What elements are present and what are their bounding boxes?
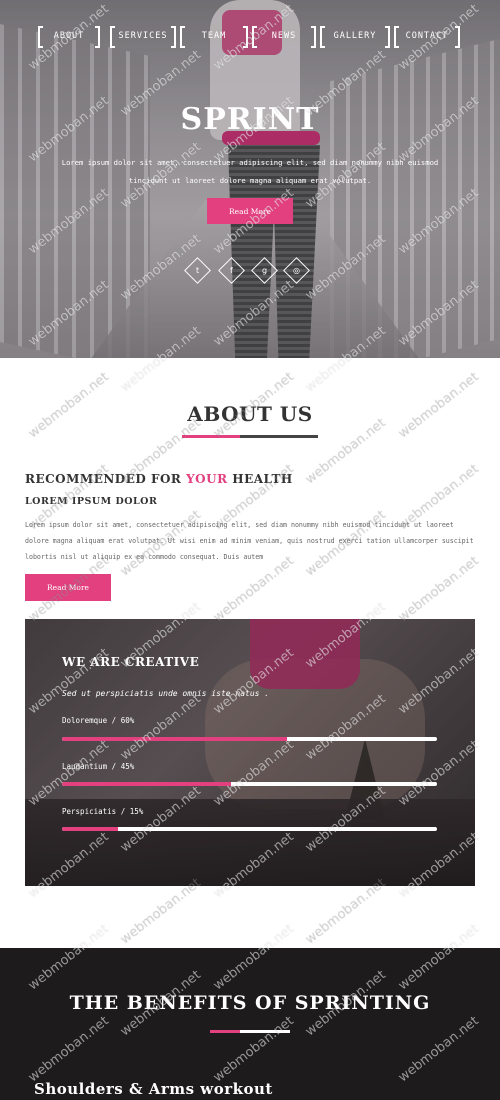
recommended-heading-pre: RECOMMENDED FOR xyxy=(25,472,187,486)
about-title-underline xyxy=(182,435,318,438)
hero-title: SPRINT xyxy=(180,102,320,137)
recommended-heading-accent: YOUR xyxy=(186,472,228,486)
skill-bar-fill xyxy=(62,737,287,741)
about-read-more-button[interactable]: Read More xyxy=(25,574,111,601)
recommended-heading: RECOMMENDED FOR YOUR HEALTH xyxy=(25,472,293,486)
skill-label: Doloremque / 60% xyxy=(62,716,135,725)
skill-bar-fill xyxy=(62,782,231,786)
hero-read-more-button[interactable]: Read More xyxy=(207,198,293,224)
about-underline-accent xyxy=(182,435,240,438)
creative-title: WE ARE CREATIVE xyxy=(62,655,200,669)
skill-bar xyxy=(62,827,437,831)
twitter-icon[interactable]: t xyxy=(184,257,211,284)
nav-item-services[interactable]: Services xyxy=(110,26,176,48)
creative-subtitle: Sed ut perspiciatis unde omnis iste natu… xyxy=(62,689,270,698)
benefits-underline-accent xyxy=(210,1030,240,1033)
recommended-heading-post: HEALTH xyxy=(227,472,293,486)
skill-label: Perspiciatis / 15% xyxy=(62,807,144,816)
hero-section: About Services Team News Gallery Contact… xyxy=(0,0,500,358)
about-body-text: Lorem ipsum dolor sit amet, consectetuer… xyxy=(25,521,474,561)
watermark-text: webmoban.net xyxy=(302,875,389,948)
google-plus-icon[interactable]: g xyxy=(251,257,278,284)
skill-bar-fill xyxy=(62,827,119,831)
skill-bar xyxy=(62,782,437,786)
skill-label: Laudantium / 45% xyxy=(62,762,135,771)
nav-item-news[interactable]: News xyxy=(252,26,316,48)
social-links: t f g ◎ xyxy=(183,257,323,284)
benefits-title: THE BENEFITS OF SPRINTING xyxy=(69,992,431,1014)
creative-section: WE ARE CREATIVE Sed ut perspiciatis unde… xyxy=(25,619,475,886)
skill-bar xyxy=(62,737,437,741)
nav-item-about[interactable]: About xyxy=(38,26,100,48)
benefits-section: THE BENEFITS OF SPRINTING Shoulders & Ar… xyxy=(0,948,500,1100)
nav-item-gallery[interactable]: Gallery xyxy=(320,26,390,48)
benefits-title-underline xyxy=(210,1030,290,1033)
about-title: ABOUT US xyxy=(187,402,313,426)
watermark-text: webmoban.net xyxy=(302,415,389,488)
dribbble-icon[interactable]: ◎ xyxy=(283,257,310,284)
watermark-text: webmoban.net xyxy=(117,875,204,948)
main-nav: About Services Team News Gallery Contact xyxy=(0,26,500,48)
nav-item-team[interactable]: Team xyxy=(180,26,248,48)
benefit-item-title: Shoulders & Arms workout xyxy=(34,1080,273,1098)
nav-item-contact[interactable]: Contact xyxy=(394,26,460,48)
about-subheading: LOREM IPSUM DOLOR xyxy=(25,496,158,507)
facebook-icon[interactable]: f xyxy=(218,257,245,284)
hero-text: Lorem ipsum dolor sit amet, consectetuer… xyxy=(61,158,439,185)
